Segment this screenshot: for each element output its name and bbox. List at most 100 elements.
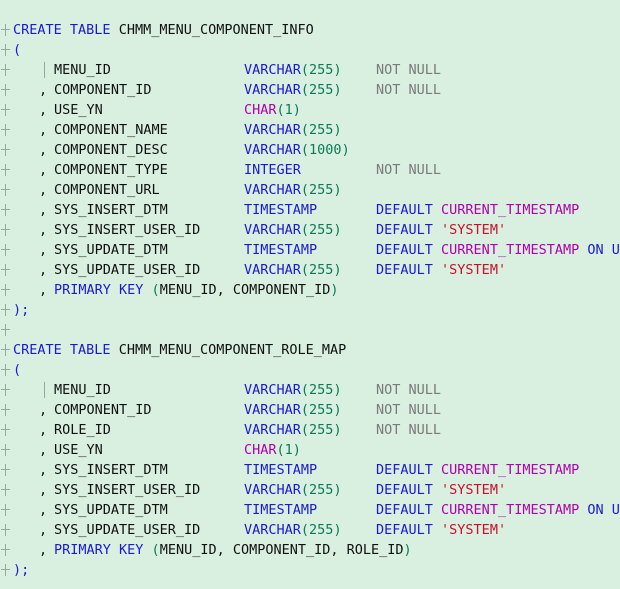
type-size: 255 [309, 422, 334, 438]
create-table-line[interactable]: CREATE TABLE CHMM_MENU_COMPONENT_ROLE_MA… [0, 340, 620, 360]
sql-editor[interactable]: CREATE TABLE CHMM_MENU_COMPONENT_INFO(ME… [0, 0, 620, 589]
fold-marker-icon[interactable] [0, 300, 12, 320]
fold-marker-icon[interactable] [0, 540, 12, 560]
open-paren: ( [13, 362, 22, 378]
column-definition-line[interactable]: MENU_ID VARCHAR(255) NOT NULL [0, 380, 620, 400]
column-definition-line[interactable]: , USE_YN CHAR(1) [0, 100, 620, 120]
column-comma: , [39, 442, 48, 458]
fold-marker-icon[interactable] [0, 60, 12, 80]
default-clause: DEFAULT 'SYSTEM' [376, 520, 506, 540]
fold-marker-icon[interactable] [0, 500, 12, 520]
default-value: 'SYSTEM' [441, 222, 507, 238]
column-definition-line[interactable]: , SYS_INSERT_DTM TIMESTAMP DEFAULT CURRENT_… [0, 460, 620, 480]
open-paren-line[interactable]: ( [0, 40, 620, 60]
paren: ( [300, 382, 310, 398]
default-value: 'SYSTEM' [441, 522, 507, 538]
fold-marker-icon[interactable] [0, 160, 12, 180]
keyword-default: DEFAULT [376, 502, 433, 518]
column-name: MENU_ID [54, 62, 111, 78]
indent-guide [44, 382, 45, 398]
fold-marker-icon[interactable] [0, 360, 12, 380]
type-size: 255 [309, 522, 334, 538]
fold-marker-icon[interactable] [0, 340, 12, 360]
fold-marker-icon[interactable] [0, 420, 12, 440]
fold-marker-icon[interactable] [0, 480, 12, 500]
fold-marker-icon[interactable] [0, 140, 12, 160]
create-table-line[interactable]: CREATE TABLE CHMM_MENU_COMPONENT_INFO [0, 20, 620, 40]
fold-marker-icon[interactable] [0, 460, 12, 480]
column-name: SYS_INSERT_DTM [54, 202, 168, 218]
open-paren-line[interactable]: ( [0, 360, 620, 380]
close-statement-line[interactable]: ); [0, 300, 620, 320]
column-type: VARCHAR(255) [244, 400, 342, 420]
type-name: VARCHAR [244, 262, 301, 278]
column-comma: , [39, 262, 48, 278]
code-text: CREATE TABLE CHMM_MENU_COMPONENT_INFO [13, 20, 314, 40]
column-definition-line[interactable]: , SYS_INSERT_DTM TIMESTAMP DEFAULT CURRENT_… [0, 200, 620, 220]
column-type: VARCHAR(255) [244, 220, 342, 240]
column-name: MENU_ID [54, 382, 111, 398]
fold-marker-icon[interactable] [0, 560, 12, 580]
fold-marker-icon[interactable] [0, 520, 12, 540]
type-size: 255 [309, 262, 334, 278]
column-name: USE_YN [54, 442, 103, 458]
fold-marker-icon[interactable] [0, 260, 12, 280]
fold-marker-icon[interactable] [0, 320, 12, 340]
keyword-create-table: CREATE TABLE [13, 22, 111, 38]
fold-marker-icon[interactable] [0, 220, 12, 240]
fold-marker-icon[interactable] [0, 80, 12, 100]
type-name: TIMESTAMP [244, 502, 318, 518]
column-definition-line[interactable]: , COMPONENT_URL VARCHAR(255) [0, 180, 620, 200]
column-type: CHAR(1) [244, 440, 301, 460]
paren: ( [276, 442, 285, 458]
fold-marker-icon[interactable] [0, 240, 12, 260]
column-comma: , [39, 102, 48, 118]
column-definition-line[interactable]: , SYS_UPDATE_USER_ID VARCHAR(255) DEFAULT '… [0, 520, 620, 540]
column-definition-line[interactable]: , COMPONENT_NAME VARCHAR(255) [0, 120, 620, 140]
column-definition-line[interactable]: , COMPONENT_ID VARCHAR(255) NOT NULL [0, 80, 620, 100]
fold-marker-icon[interactable] [0, 200, 12, 220]
close-statement-line[interactable]: ); [0, 560, 620, 580]
column-definition-line[interactable]: , SYS_UPDATE_USER_ID VARCHAR(255) DEFAULT '… [0, 260, 620, 280]
fold-marker-icon[interactable] [0, 180, 12, 200]
column-definition-line[interactable]: , COMPONENT_TYPE INTEGER NOT NULL [0, 160, 620, 180]
default-clause: DEFAULT CURRENT_TIMESTAMP ON U [376, 240, 620, 260]
default-clause: DEFAULT 'SYSTEM' [376, 220, 506, 240]
primary-key-line[interactable]: , PRIMARY KEY (MENU_ID, COMPONENT_ID, ROL… [0, 540, 620, 560]
column-definition-line[interactable]: , SYS_UPDATE_DTM TIMESTAMP DEFAULT CURRENT_… [0, 500, 620, 520]
type-name: CHAR [244, 442, 277, 458]
paren: ) [292, 102, 301, 118]
column-comma: , [39, 542, 48, 558]
column-definition-line[interactable]: , COMPONENT_ID VARCHAR(255) NOT NULL [0, 400, 620, 420]
column-name: USE_YN [54, 102, 103, 118]
fold-marker-icon[interactable] [0, 100, 12, 120]
fold-marker-icon[interactable] [0, 440, 12, 460]
column-definition-line[interactable]: , ROLE_ID VARCHAR(255) NOT NULL [0, 420, 620, 440]
type-name: INTEGER [244, 162, 301, 178]
primary-key-line[interactable]: , PRIMARY KEY (MENU_ID, COMPONENT_ID) [0, 280, 620, 300]
fold-marker-icon[interactable] [0, 20, 12, 40]
fold-marker-icon[interactable] [0, 280, 12, 300]
fold-marker-icon[interactable] [0, 400, 12, 420]
column-definition-line[interactable]: MENU_ID VARCHAR(255) NOT NULL [0, 60, 620, 80]
column-definition-line[interactable]: , SYS_INSERT_USER_ID VARCHAR(255) DEFAULT '… [0, 480, 620, 500]
paren: ( [300, 402, 310, 418]
fold-marker-icon[interactable] [0, 120, 12, 140]
fold-marker-icon[interactable] [0, 40, 12, 60]
column-definition-line[interactable]: , SYS_UPDATE_DTM TIMESTAMP DEFAULT CURRENT_… [0, 240, 620, 260]
column-constraint: NOT NULL [376, 162, 442, 178]
type-name: TIMESTAMP [244, 462, 318, 478]
column-definition-line[interactable]: , COMPONENT_DESC VARCHAR(1000) [0, 140, 620, 160]
column-comma: , [39, 422, 48, 438]
default-clause: DEFAULT 'SYSTEM' [376, 260, 506, 280]
blank-line[interactable] [0, 320, 620, 340]
keyword-default: DEFAULT [376, 462, 433, 478]
type-name: TIMESTAMP [244, 242, 318, 258]
column-comma: , [39, 202, 48, 218]
fold-marker-icon[interactable] [0, 380, 12, 400]
paren: ) [333, 522, 342, 538]
type-size: 255 [309, 482, 334, 498]
column-definition-line[interactable]: , SYS_INSERT_USER_ID VARCHAR(255) DEFAULT '… [0, 220, 620, 240]
column-definition-line[interactable]: , USE_YN CHAR(1) [0, 440, 620, 460]
column-type: VARCHAR(255) [244, 480, 342, 500]
